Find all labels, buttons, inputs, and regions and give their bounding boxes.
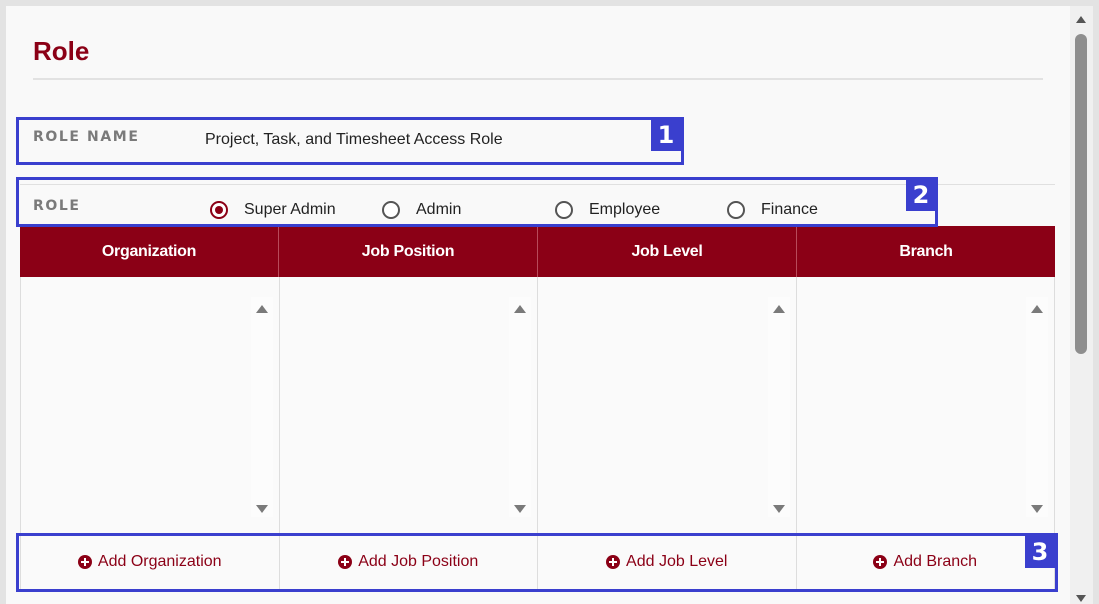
scroll-down-icon[interactable] (255, 505, 268, 513)
list-scrollbar[interactable] (1026, 297, 1048, 517)
header-branch: Branch (899, 242, 953, 260)
branch-list[interactable] (796, 277, 1054, 533)
list-scrollbar[interactable] (250, 297, 273, 517)
scroll-down-icon[interactable] (772, 505, 785, 513)
scrollbar-thumb[interactable] (1075, 34, 1087, 354)
callout-box-1 (16, 117, 684, 165)
scroll-down-icon[interactable] (1031, 505, 1043, 513)
callout-badge-1: 1 (651, 119, 681, 151)
page-scrollbar[interactable] (1070, 6, 1093, 604)
list-scrollbar[interactable] (509, 297, 531, 517)
header-organization: Organization (20, 226, 279, 277)
scroll-up-icon[interactable] (1031, 305, 1043, 313)
title-divider (33, 78, 1043, 80)
callout-box-2 (16, 177, 938, 227)
job-position-list[interactable] (279, 277, 538, 533)
callout-badge-2: 2 (906, 179, 936, 211)
callout-badge-3: 3 (1025, 536, 1055, 568)
scroll-down-icon[interactable] (1076, 595, 1086, 602)
table-header: Organization Job Position Job Level Bran… (20, 226, 1055, 277)
scroll-up-icon[interactable] (514, 305, 526, 313)
header-job-position: Job Position (279, 226, 538, 277)
scroll-up-icon[interactable] (772, 305, 785, 313)
callout-box-3 (16, 533, 1058, 592)
header-job-level: Job Level (538, 226, 797, 277)
list-scrollbar[interactable] (767, 297, 790, 517)
scroll-up-icon[interactable] (255, 305, 268, 313)
organization-list[interactable] (21, 277, 280, 533)
job-level-list[interactable] (538, 277, 797, 533)
scroll-up-icon[interactable] (1076, 16, 1086, 23)
table-body (20, 277, 1055, 533)
scroll-down-icon[interactable] (514, 505, 526, 513)
page-title: Role (33, 36, 90, 66)
